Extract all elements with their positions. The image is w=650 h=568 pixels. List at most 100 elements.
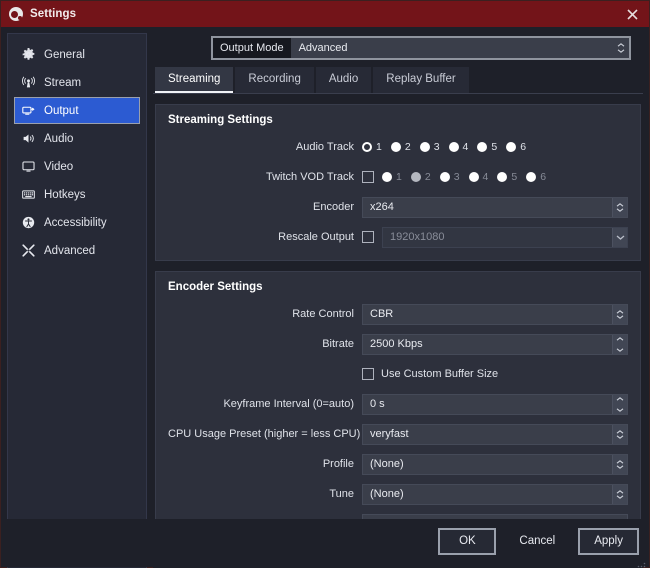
keyframe-interval-spinbox[interactable]: 0 s xyxy=(362,394,628,415)
radio-icon xyxy=(449,142,459,152)
apply-button[interactable]: Apply xyxy=(578,528,639,555)
tab-audio[interactable]: Audio xyxy=(316,67,371,93)
updown-chevron-icon[interactable] xyxy=(612,455,627,474)
titlebar: Settings xyxy=(1,1,649,27)
sidebar-item-output[interactable]: Output xyxy=(14,97,140,124)
settings-window: Settings General Stream xyxy=(0,0,650,568)
cancel-button[interactable]: Cancel xyxy=(504,528,570,555)
updown-chevron-icon[interactable] xyxy=(612,425,627,444)
bitrate-spinbox[interactable]: 2500 Kbps xyxy=(362,334,628,355)
audio-track-radio-2[interactable]: 2 xyxy=(391,141,411,153)
output-monitor-icon xyxy=(21,104,35,118)
rescale-output-select[interactable]: 1920x1080 xyxy=(382,227,628,248)
bitrate-row: Bitrate 2500 Kbps xyxy=(168,332,628,356)
rate-control-select[interactable]: CBR xyxy=(362,304,628,325)
cpu-usage-preset-row: CPU Usage Preset (higher = less CPU) ver… xyxy=(168,422,628,446)
updown-chevron-icon[interactable] xyxy=(612,305,627,324)
sidebar-item-label: Output xyxy=(44,105,79,117)
rescale-output-field-wrap: 1920x1080 xyxy=(362,227,628,248)
encoder-select[interactable]: x264 xyxy=(362,197,628,218)
sidebar-item-audio[interactable]: Audio xyxy=(14,125,140,152)
radio-label: 4 xyxy=(483,171,489,183)
twitch-vod-radio-5[interactable]: 5 xyxy=(497,171,517,183)
monitor-icon xyxy=(21,160,35,174)
tools-icon xyxy=(21,244,35,258)
radio-label: 6 xyxy=(540,171,546,183)
radio-icon xyxy=(411,172,421,182)
sidebar-item-hotkeys[interactable]: Hotkeys xyxy=(14,181,140,208)
twitch-vod-track-checkbox[interactable] xyxy=(362,171,374,183)
audio-track-radio-6[interactable]: 6 xyxy=(506,141,526,153)
main-panel: Output Mode Advanced Streaming Recording… xyxy=(153,33,643,568)
radio-icon xyxy=(420,142,430,152)
use-custom-buffer-size-field: Use Custom Buffer Size xyxy=(362,368,628,380)
twitch-vod-radio-6[interactable]: 6 xyxy=(526,171,546,183)
audio-track-radio-5[interactable]: 5 xyxy=(477,141,497,153)
audio-track-radio-3[interactable]: 3 xyxy=(420,141,440,153)
encoder-row: Encoder x264 xyxy=(168,195,628,219)
sidebar-item-label: Hotkeys xyxy=(44,189,86,201)
sidebar-item-advanced[interactable]: Advanced xyxy=(14,237,140,264)
output-mode-row: Output Mode Advanced xyxy=(153,33,643,66)
updown-chevron-icon[interactable] xyxy=(612,335,627,354)
sidebar-item-stream[interactable]: Stream xyxy=(14,69,140,96)
profile-select[interactable]: (None) xyxy=(362,454,628,475)
resize-grip[interactable] xyxy=(636,555,646,565)
sidebar-item-video[interactable]: Video xyxy=(14,153,140,180)
rate-control-field-wrap: CBR xyxy=(362,304,628,325)
encoder-label: Encoder xyxy=(168,201,362,213)
keyframe-interval-value[interactable]: 0 s xyxy=(363,395,612,414)
use-custom-buffer-size-control[interactable]: Use Custom Buffer Size xyxy=(362,368,498,380)
output-mode-value[interactable]: Advanced xyxy=(291,38,613,58)
twitch-vod-radio-2[interactable]: 2 xyxy=(411,171,431,183)
tab-replay-buffer[interactable]: Replay Buffer xyxy=(373,67,468,93)
keyframe-interval-row: Keyframe Interval (0=auto) 0 s xyxy=(168,392,628,416)
twitch-vod-radio-1[interactable]: 1 xyxy=(382,171,402,183)
profile-value: (None) xyxy=(363,455,612,474)
twitch-vod-track-row: Twitch VOD Track 1 2 xyxy=(168,165,628,189)
use-custom-buffer-size-checkbox[interactable] xyxy=(362,368,374,380)
radio-label: 5 xyxy=(511,171,517,183)
cpu-usage-preset-label: CPU Usage Preset (higher = less CPU) xyxy=(168,428,362,440)
tab-recording[interactable]: Recording xyxy=(235,67,313,93)
bitrate-field-wrap: 2500 Kbps xyxy=(362,334,628,355)
twitch-vod-radio-4[interactable]: 4 xyxy=(469,171,489,183)
sidebar-item-accessibility[interactable]: Accessibility xyxy=(14,209,140,236)
audio-track-radio-1[interactable]: 1 xyxy=(362,141,382,153)
radio-icon xyxy=(440,172,450,182)
ok-button[interactable]: OK xyxy=(438,528,496,555)
updown-chevron-icon[interactable] xyxy=(612,395,627,414)
twitch-vod-track-label: Twitch VOD Track xyxy=(168,171,362,183)
twitch-vod-radio-3[interactable]: 3 xyxy=(440,171,460,183)
radio-icon xyxy=(477,142,487,152)
accessibility-icon xyxy=(21,216,35,230)
updown-chevron-icon[interactable] xyxy=(612,198,627,217)
updown-chevron-icon[interactable] xyxy=(612,485,627,504)
rescale-output-checkbox[interactable] xyxy=(362,231,374,243)
speaker-icon xyxy=(21,132,35,146)
tune-select[interactable]: (None) xyxy=(362,484,628,505)
audio-track-radio-4[interactable]: 4 xyxy=(449,141,469,153)
radio-label: 3 xyxy=(434,141,440,153)
chevron-down-icon[interactable] xyxy=(612,228,627,247)
close-icon[interactable] xyxy=(621,4,643,24)
updown-chevron-icon[interactable] xyxy=(613,38,629,58)
bitrate-value[interactable]: 2500 Kbps xyxy=(363,335,612,354)
sidebar-item-label: General xyxy=(44,49,85,61)
encoder-field-wrap: x264 xyxy=(362,197,628,218)
group-title: Streaming Settings xyxy=(168,114,628,126)
sidebar-item-label: Video xyxy=(44,161,73,173)
titlebar-left: Settings xyxy=(9,7,76,21)
cpu-usage-preset-field-wrap: veryfast xyxy=(362,424,628,445)
sidebar-item-general[interactable]: General xyxy=(14,41,140,68)
dialog-footer: OK Cancel Apply xyxy=(1,519,649,567)
cpu-usage-preset-select[interactable]: veryfast xyxy=(362,424,628,445)
rate-control-row: Rate Control CBR xyxy=(168,302,628,326)
tab-streaming[interactable]: Streaming xyxy=(155,67,233,93)
encoder-value: x264 xyxy=(363,198,612,217)
cpu-usage-preset-value: veryfast xyxy=(363,425,612,444)
sidebar-item-label: Advanced xyxy=(44,245,95,257)
output-mode-control[interactable]: Output Mode Advanced xyxy=(211,36,631,60)
radio-label: 2 xyxy=(425,171,431,183)
use-custom-buffer-size-label: Use Custom Buffer Size xyxy=(381,368,498,380)
